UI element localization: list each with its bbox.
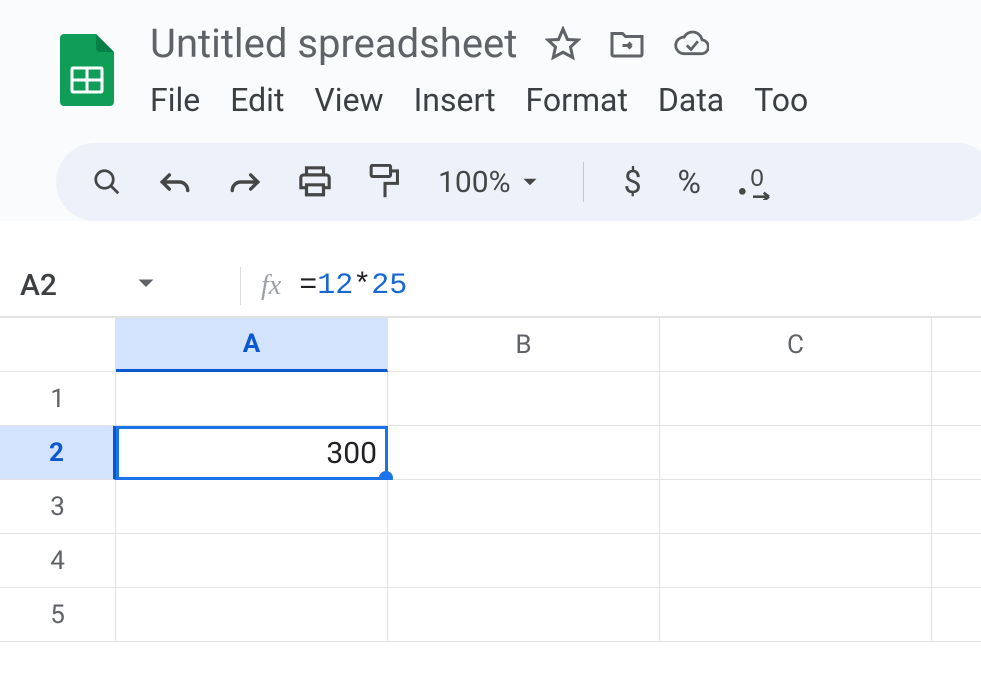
cell-a5[interactable] bbox=[116, 588, 388, 642]
formula-bar-separator bbox=[240, 267, 241, 305]
toolbar-separator bbox=[583, 162, 584, 202]
menu-format[interactable]: Format bbox=[526, 81, 628, 119]
menu-file[interactable]: File bbox=[150, 81, 200, 119]
zoom-dropdown[interactable]: 100% bbox=[438, 161, 543, 203]
menu-view[interactable]: View bbox=[314, 81, 383, 119]
formula-n2: 25 bbox=[371, 269, 407, 303]
name-box-value: A2 bbox=[20, 268, 57, 303]
cell-a1[interactable] bbox=[116, 372, 388, 426]
col-header-d[interactable] bbox=[932, 318, 981, 372]
app-header: Untitled spreadsheet bbox=[0, 0, 981, 221]
formula-eq: = bbox=[299, 269, 317, 303]
formula-input[interactable]: =12*25 bbox=[299, 269, 407, 303]
col-header-b[interactable]: B bbox=[388, 318, 660, 372]
cell-c5[interactable] bbox=[660, 588, 932, 642]
toolbar: 100% $ % 0 bbox=[56, 143, 981, 221]
menu-insert[interactable]: Insert bbox=[414, 81, 496, 119]
cell-d4[interactable] bbox=[932, 534, 981, 588]
cell-c4[interactable] bbox=[660, 534, 932, 588]
cell-a3[interactable] bbox=[116, 480, 388, 534]
menu-edit[interactable]: Edit bbox=[230, 81, 284, 119]
sheets-logo-icon[interactable] bbox=[60, 34, 114, 106]
formula-op: * bbox=[353, 269, 371, 303]
document-title[interactable]: Untitled spreadsheet bbox=[150, 20, 517, 67]
cell-b3[interactable] bbox=[388, 480, 660, 534]
format-percent-button[interactable]: % bbox=[678, 161, 701, 203]
move-folder-icon[interactable] bbox=[609, 26, 645, 62]
cell-b5[interactable] bbox=[388, 588, 660, 642]
decrease-decimal-icon[interactable]: 0 bbox=[737, 161, 777, 203]
menu-tools[interactable]: Too bbox=[754, 81, 808, 119]
undo-icon[interactable] bbox=[158, 161, 192, 203]
cell-c1[interactable] bbox=[660, 372, 932, 426]
print-icon[interactable] bbox=[298, 161, 332, 203]
row-header-4[interactable]: 4 bbox=[0, 534, 116, 588]
svg-text:0: 0 bbox=[750, 165, 763, 192]
search-icon[interactable] bbox=[92, 161, 122, 203]
fx-label: fx bbox=[261, 270, 281, 302]
cell-d2[interactable] bbox=[932, 426, 981, 480]
row-header-5[interactable]: 5 bbox=[0, 588, 116, 642]
title-row: Untitled spreadsheet bbox=[0, 10, 981, 125]
chevron-down-icon bbox=[517, 169, 543, 195]
row-header-2[interactable]: 2 bbox=[0, 426, 116, 480]
cloud-saved-icon[interactable] bbox=[673, 26, 709, 62]
menubar: File Edit View Insert Format Data Too bbox=[150, 81, 961, 119]
cell-d5[interactable] bbox=[932, 588, 981, 642]
formula-bar: A2 fx =12*25 bbox=[0, 255, 981, 317]
cell-c2[interactable] bbox=[660, 426, 932, 480]
spreadsheet-grid: 1 2 3 4 5 A B C 300 bbox=[0, 317, 981, 642]
name-box[interactable]: A2 bbox=[20, 268, 220, 303]
cell-d3[interactable] bbox=[932, 480, 981, 534]
cell-b4[interactable] bbox=[388, 534, 660, 588]
format-currency-button[interactable]: $ bbox=[624, 161, 642, 203]
col-header-a[interactable]: A bbox=[116, 318, 388, 372]
paint-format-icon[interactable] bbox=[368, 161, 402, 203]
cell-a4[interactable] bbox=[116, 534, 388, 588]
row-header-1[interactable]: 1 bbox=[0, 372, 116, 426]
cell-d1[interactable] bbox=[932, 372, 981, 426]
col-header-c[interactable]: C bbox=[660, 318, 932, 372]
star-icon[interactable] bbox=[545, 26, 581, 62]
chevron-down-icon[interactable] bbox=[137, 275, 155, 296]
formula-n1: 12 bbox=[317, 269, 353, 303]
cell-b1[interactable] bbox=[388, 372, 660, 426]
cell-a2[interactable]: 300 bbox=[116, 426, 388, 480]
cell-c3[interactable] bbox=[660, 480, 932, 534]
row-header-3[interactable]: 3 bbox=[0, 480, 116, 534]
redo-icon[interactable] bbox=[228, 161, 262, 203]
zoom-value: 100% bbox=[438, 165, 511, 200]
menu-data[interactable]: Data bbox=[658, 81, 724, 119]
cell-b2[interactable] bbox=[388, 426, 660, 480]
select-all-corner[interactable] bbox=[0, 318, 116, 372]
